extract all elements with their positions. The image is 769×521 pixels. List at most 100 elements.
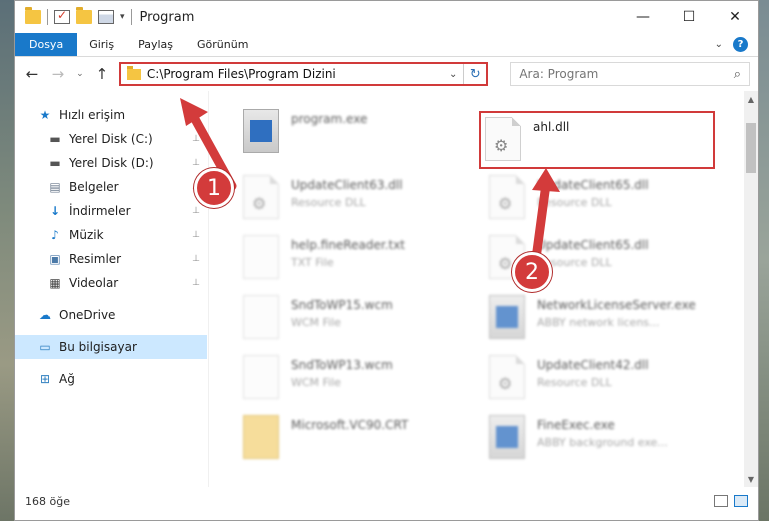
sidebar-item-pictures[interactable]: ▣ Resimler ⊥ [15,247,208,271]
customize-toolbar-dropdown[interactable]: ▾ [120,12,125,22]
search-box[interactable]: ⌕ [510,62,750,86]
network-icon: ⊞ [39,372,51,386]
sidebar-item-label: OneDrive [59,308,116,322]
properties-check-icon[interactable] [54,8,70,24]
exe-file-icon [489,415,525,459]
file-list: program.exe ⚙ ahl.dll ⚙ UpdateClient63.d… [209,91,758,487]
sidebar-item-local-disk-c[interactable]: ▬ Yerel Disk (C:) ⊥ [15,127,208,151]
file-item[interactable]: Microsoft.VC90.CRT [243,415,483,471]
new-folder-icon[interactable] [76,7,92,24]
pin-icon: ⊥ [192,158,200,168]
desktop-background-left [0,0,14,521]
recent-locations-button[interactable]: ⌄ [75,69,85,79]
file-item[interactable]: SndToWP15.wcm WCM File [243,295,483,351]
file-item[interactable]: FineExec.exe ABBY background exe... [489,415,729,471]
pin-icon: ⊥ [192,254,200,264]
item-count: 168 öğe [25,494,70,508]
sidebar-item-music[interactable]: ♪ Müzik ⊥ [15,223,208,247]
tab-file[interactable]: Dosya [15,33,78,56]
details-view-icon[interactable] [714,495,728,507]
sidebar-item-local-disk-d[interactable]: ▬ Yerel Disk (D:) ⊥ [15,151,208,175]
file-type: Resource DLL [537,376,612,389]
tiles-view-icon[interactable] [734,495,748,507]
up-button[interactable]: ↑ [93,65,111,83]
refresh-icon[interactable]: ↻ [464,67,486,82]
sidebar-item-downloads[interactable]: ↓ İndirmeler ⊥ [15,199,208,223]
dll-file-icon: ⚙ [489,175,525,219]
forward-button[interactable]: → [49,65,67,83]
scroll-up-icon[interactable]: ▲ [744,91,758,107]
sidebar-item-documents[interactable]: ▤ Belgeler ⊥ [15,175,208,199]
drive-icon: ▬ [49,156,61,170]
file-item[interactable]: help.fineReader.txt TXT File [243,235,483,291]
gear-icon: ⚙ [252,194,267,213]
sidebar-item-onedrive[interactable]: ☁ OneDrive [15,303,208,327]
search-input[interactable] [519,67,734,81]
sidebar-item-network[interactable]: ⊞ Ağ [15,367,208,391]
help-icon[interactable]: ? [733,37,748,52]
file-name: help.fineReader.txt [291,238,405,252]
address-path[interactable]: C:\Program Files\Program Dizini [147,67,443,81]
minimize-button[interactable]: — [620,1,666,33]
pin-icon: ⊥ [192,230,200,240]
cloud-icon: ☁ [39,308,51,322]
title-bar: ▾ Program — ☐ ✕ [15,1,758,33]
file-name: UpdateClient63.dll [291,178,403,192]
file-item[interactable]: NetworkLicenseServer.exe ABBY network li… [489,295,729,351]
close-button[interactable]: ✕ [712,1,758,33]
desktop-background-right [759,0,769,521]
expand-ribbon-icon[interactable]: ⌄ [715,39,723,50]
step-badge-1: 1 [194,168,234,208]
sidebar-item-label: Müzik [69,228,104,242]
tab-share[interactable]: Paylaş [126,33,185,56]
view-properties-icon[interactable] [98,10,114,24]
videos-icon: ▦ [49,276,61,290]
file-icon [243,295,279,339]
drive-icon: ▬ [49,132,61,146]
file-item[interactable]: ⚙ UpdateClient42.dll Resource DLL [489,355,729,411]
scroll-down-icon[interactable]: ▼ [744,471,758,487]
file-item[interactable]: ⚙ UpdateClient63.dll Resource DLL [243,175,483,231]
navigation-bar: ← → ⌄ ↑ C:\Program Files\Program Dizini … [15,57,758,91]
tab-home[interactable]: Giriş [77,33,126,56]
file-name: UpdateClient65.dll [537,238,649,252]
pin-icon: ⊥ [192,134,200,144]
file-name: UpdateClient42.dll [537,358,649,372]
navigation-pane: ★ Hızlı erişim ▬ Yerel Disk (C:) ⊥ ▬ Yer… [15,91,209,487]
sidebar-item-this-pc[interactable]: ▭ Bu bilgisayar [15,335,207,359]
toolbar-separator [47,9,48,25]
dll-file-icon: ⚙ [485,117,521,161]
file-icon [243,235,279,279]
sidebar-item-label: Yerel Disk (D:) [69,156,154,170]
scrollbar-thumb[interactable] [746,123,756,173]
file-name: SndToWP13.wcm [291,358,393,372]
address-dropdown-button[interactable]: ⌄ [443,64,465,84]
tab-view[interactable]: Görünüm [185,33,260,56]
vertical-scrollbar[interactable]: ▲ ▼ [744,91,758,487]
view-toggle [714,495,758,507]
file-item[interactable]: program.exe [243,109,483,165]
explorer-window: ▾ Program — ☐ ✕ Dosya Giriş Paylaş Görün… [14,0,759,521]
file-type: Resource DLL [291,196,366,209]
gear-icon: ⚙ [498,254,513,273]
pictures-icon: ▣ [49,252,61,266]
sidebar-item-videos[interactable]: ▦ Videolar ⊥ [15,271,208,295]
search-icon[interactable]: ⌕ [734,67,741,82]
sidebar-item-quick-access[interactable]: ★ Hızlı erişim [15,103,208,127]
step-badge-2: 2 [512,252,552,292]
maximize-button[interactable]: ☐ [666,1,712,33]
pin-icon: ⊥ [192,278,200,288]
gear-icon: ⚙ [498,194,513,213]
file-name: NetworkLicenseServer.exe [537,298,696,312]
file-type: WCM File [291,316,341,329]
address-bar[interactable]: C:\Program Files\Program Dizini ⌄ ↻ [118,62,489,86]
file-item[interactable]: ⚙ UpdateClient65.dll Resource DLL [489,175,729,231]
back-button[interactable]: ← [23,65,41,83]
file-type: Resource DLL [537,196,612,209]
file-item[interactable]: SndToWP13.wcm WCM File [243,355,483,411]
file-item-ahl-dll[interactable]: ⚙ ahl.dll [479,111,715,169]
exe-file-icon [489,295,525,339]
